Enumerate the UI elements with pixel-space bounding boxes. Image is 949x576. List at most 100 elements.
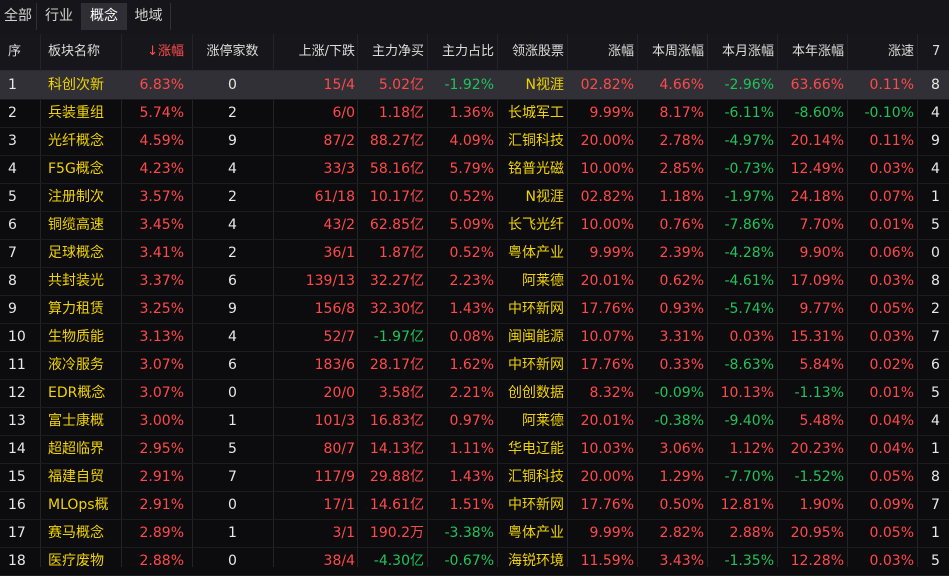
table-row[interactable]: 10 生物质能 3.13% 4 52/7 -1.97亿 0.08% 闽闽能源 10.07% 3.3… <box>0 323 949 352</box>
year-change: 20.14% <box>790 133 844 149</box>
row-index: 14 <box>8 441 26 457</box>
main-ratio: -0.67% <box>444 553 494 569</box>
week-change: 3.31% <box>659 329 704 345</box>
col-truncated-header[interactable]: 7 <box>932 34 949 70</box>
table-row[interactable]: 5 注册制次 3.57% 2 61/18 10.17亿 0.52% N视涯 02.82% 1.18… <box>0 183 949 212</box>
table-row[interactable]: 14 超超临界 2.95% 5 80/7 14.13亿 1.11% 华电辽能 10.03% 3.0… <box>0 435 949 464</box>
table-row[interactable]: 17 赛马概念 2.89% 1 3/1 190.2万 -3.38% 粤体产业 9.99% 2.82… <box>0 519 949 548</box>
table-row[interactable]: 12 EDR概念 3.07% 0 20/0 3.58亿 2.21% 创创数据 8.32% -0.0… <box>0 379 949 408</box>
year-change: 24.18% <box>790 189 844 205</box>
table-row[interactable]: 9 算力租赁 3.25% 9 156/8 32.30亿 1.43% 中环新网 17.76% 0.9… <box>0 295 949 324</box>
tab-industry[interactable]: 行业 <box>37 3 82 30</box>
limit-up-count: 0 <box>228 385 237 401</box>
speed: 0.01% <box>869 217 914 233</box>
up-down-count: 43/2 <box>323 217 355 233</box>
col-month-change-header[interactable]: 本月涨幅 <box>708 34 774 70</box>
truncated-column-value: 1 <box>931 525 940 541</box>
col-week-change-header[interactable]: 本周涨幅 <box>638 34 704 70</box>
sector-name: EDR概念 <box>48 385 106 401</box>
table-row[interactable]: 18 医疗废物 2.88% 0 38/4 -4.30亿 -0.67% 海锐环境 11.59% 3.… <box>0 547 949 576</box>
month-change: -5.74% <box>724 301 774 317</box>
main-ratio: 4.09% <box>449 133 494 149</box>
col-year-change-header[interactable]: 本年涨幅 <box>778 34 844 70</box>
leading-stock-change: 02.82% <box>580 77 634 93</box>
tab-region[interactable]: 地域 <box>127 3 171 30</box>
week-change: 0.62% <box>659 273 704 289</box>
truncated-column-value: 4 <box>931 161 940 177</box>
truncated-column-value: 0 <box>931 245 940 261</box>
speed: 0.02% <box>869 357 914 373</box>
year-change: -8.60% <box>794 105 844 121</box>
month-change: -8.63% <box>724 357 774 373</box>
main-net-buy: 29.88亿 <box>369 469 424 485</box>
col-up-down-header[interactable]: 上涨/下跌 <box>270 34 355 70</box>
table-row[interactable]: 6 铜缆高速 3.45% 4 43/2 62.85亿 5.09% 长飞光纤 10.00% 0.76… <box>0 211 949 240</box>
tab-all[interactable]: 全部 <box>0 3 37 30</box>
tab-concept[interactable]: 概念 <box>82 3 127 30</box>
limit-up-count: 0 <box>228 77 237 93</box>
up-down-count: 101/3 <box>314 413 355 429</box>
col-limit-up-count-header[interactable]: 涨停家数 <box>195 34 270 70</box>
speed: 0.03% <box>869 161 914 177</box>
table-row[interactable]: 3 光纤概念 4.59% 9 87/2 88.27亿 4.09% 汇铜科技 20.00% 2.78… <box>0 127 949 156</box>
month-change: 2.88% <box>729 525 774 541</box>
leading-stock-change: 20.00% <box>580 133 634 149</box>
month-change: -7.86% <box>724 217 774 233</box>
year-change: 5.84% <box>799 357 844 373</box>
sector-change: 3.45% <box>139 217 184 233</box>
sector-change: 3.57% <box>139 189 184 205</box>
table-row[interactable]: 16 MLOps概 2.91% 0 17/1 14.61亿 1.51% 中环新网 17.76% 0… <box>0 491 949 520</box>
main-net-buy: 14.61亿 <box>369 497 424 513</box>
table-row[interactable]: 15 福建自贸 2.91% 7 117/9 29.88亿 1.43% 汇铜科技 20.00% 1.… <box>0 463 949 492</box>
sector-name: 算力租赁 <box>48 301 104 317</box>
table-row[interactable]: 8 共封装光 3.37% 6 139/13 32.27亿 2.23% 阿莱德 20.01% 0.6… <box>0 267 949 296</box>
up-down-count: 33/3 <box>323 161 355 177</box>
month-change: -1.97% <box>724 189 774 205</box>
leading-stock-change: 20.00% <box>580 469 634 485</box>
row-index: 4 <box>8 161 17 177</box>
sector-name: 赛马概念 <box>48 525 104 541</box>
main-net-buy: -4.30亿 <box>373 553 424 569</box>
table-row[interactable]: 11 液冷服务 3.07% 6 183/6 28.17亿 1.62% 中环新网 17.76% 0.… <box>0 351 949 380</box>
leading-stock: 中环新网 <box>508 301 564 317</box>
col-main-net-buy-header[interactable]: 主力净买 <box>358 34 424 70</box>
table-row[interactable]: 2 兵装重组 5.74% 2 6/0 1.18亿 1.36% 长城军工 9.99% 8.17% -6… <box>0 99 949 128</box>
col-sector-name-header[interactable]: 板块名称 <box>48 34 120 70</box>
table-row[interactable]: 4 F5G概念 4.23% 4 33/3 58.16亿 5.79% 铭普光磁 10.00% 2.8… <box>0 155 949 184</box>
truncated-column-value: 8 <box>931 77 940 93</box>
up-down-count: 15/4 <box>323 77 355 93</box>
col-leading-stock-header[interactable]: 领涨股票 <box>498 34 564 70</box>
speed: -0.10% <box>864 105 914 121</box>
truncated-column-value: 5 <box>931 385 940 401</box>
sector-change: 2.91% <box>139 469 184 485</box>
leading-stock: 阿莱德 <box>522 273 564 289</box>
main-ratio: 1.43% <box>449 469 494 485</box>
col-change-header-sorted[interactable]: ↓涨幅 <box>122 34 184 70</box>
table-row[interactable]: 13 富士康概 3.00% 1 101/3 16.83亿 0.97% 阿莱德 20.01% -0.… <box>0 407 949 436</box>
year-change: 63.66% <box>790 77 844 93</box>
col-index-header[interactable]: 序 <box>8 34 38 70</box>
col-main-ratio-header[interactable]: 主力占比 <box>428 34 494 70</box>
leading-stock: 粤体产业 <box>508 525 564 541</box>
leading-stock: 海锐环境 <box>508 553 564 569</box>
week-change: 2.78% <box>659 133 704 149</box>
truncated-column-value: 8 <box>931 273 940 289</box>
leading-stock: 长城军工 <box>508 105 564 121</box>
month-change: -9.40% <box>724 413 774 429</box>
col-speed-header[interactable]: 涨速 <box>848 34 914 70</box>
main-ratio: 1.36% <box>449 105 494 121</box>
year-change: 12.28% <box>790 553 844 569</box>
sector-name: 富士康概 <box>48 413 104 429</box>
sector-change: 2.89% <box>139 525 184 541</box>
truncated-column-value: 7 <box>931 497 940 513</box>
year-change: 17.09% <box>790 273 844 289</box>
table-row[interactable]: 1 科创次新 6.83% 0 15/4 5.02亿 -1.92% N视涯 02.82% 4.66%… <box>0 71 949 100</box>
col-leading-change-header[interactable]: 涨幅 <box>568 34 634 70</box>
week-change: 4.66% <box>659 77 704 93</box>
row-index: 13 <box>8 413 26 429</box>
limit-up-count: 4 <box>228 161 237 177</box>
main-ratio: -1.92% <box>444 77 494 93</box>
speed: 0.09% <box>869 497 914 513</box>
limit-up-count: 1 <box>228 413 237 429</box>
table-row[interactable]: 7 足球概念 3.41% 2 36/1 1.87亿 0.52% 粤体产业 9.99% 2.39% -… <box>0 239 949 268</box>
